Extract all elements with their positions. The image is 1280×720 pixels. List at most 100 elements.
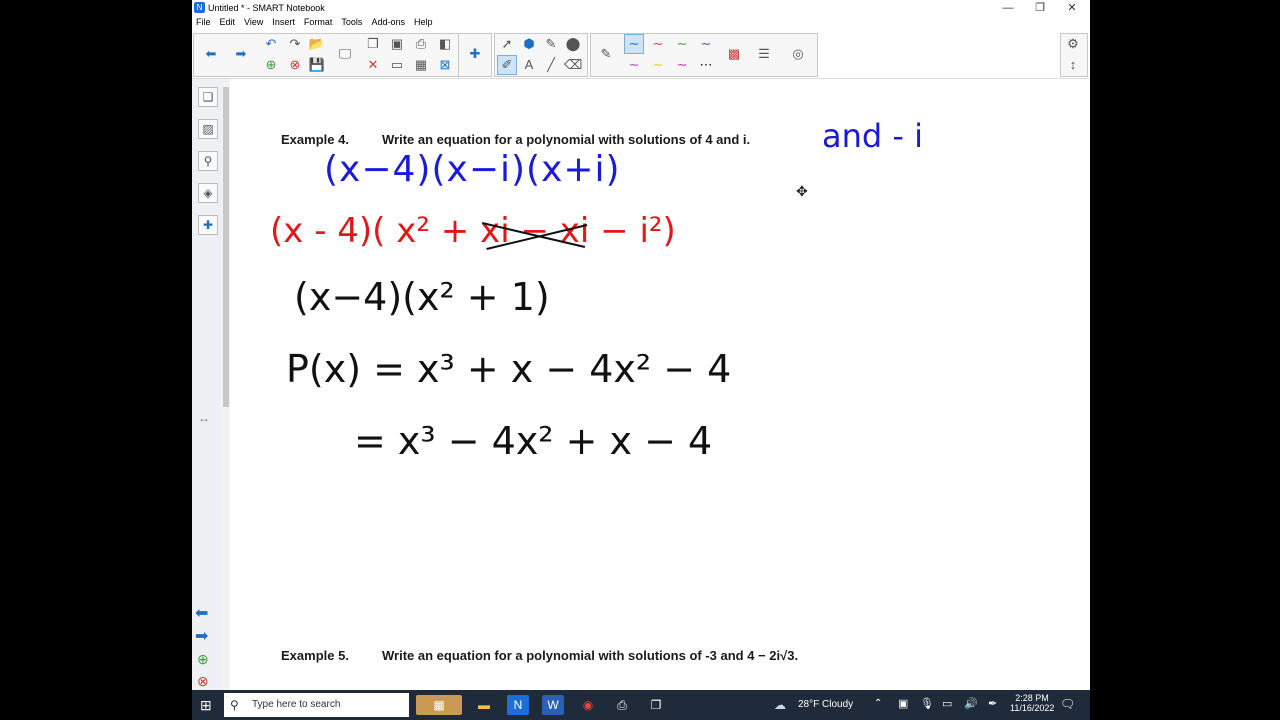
volume-icon[interactable]: 🔊: [964, 697, 978, 710]
fill-tool-icon[interactable]: ⬢: [520, 35, 538, 53]
menu-insert[interactable]: Insert: [268, 16, 300, 27]
taskbar-search-box[interactable]: ⚲ Type here to search: [224, 693, 409, 717]
sidebar-next-page-icon[interactable]: ➡: [195, 626, 208, 646]
next-page-icon[interactable]: ➡: [232, 45, 250, 63]
network-icon[interactable]: ▭: [942, 697, 952, 710]
insert-table-icon[interactable]: ▦: [412, 56, 430, 74]
pen-type-icon[interactable]: ✎: [597, 45, 615, 63]
document-camera-icon[interactable]: ⎙: [412, 35, 430, 53]
sidebar-previous-page-icon[interactable]: ⬅: [195, 603, 208, 623]
menu-view[interactable]: View: [240, 16, 268, 27]
weather-cloud-icon: ☁: [774, 698, 786, 712]
pen-pink-stroke-icon[interactable]: ∼: [673, 56, 691, 74]
search-icon: ⚲: [230, 698, 239, 712]
settings-gear-icon[interactable]: ⚙: [1064, 35, 1082, 53]
toolbar-group-tools: ➚ ⬢ ✎ ⬤ ✐ A ╱ ⌫: [494, 33, 588, 77]
attachments-paperclip-icon[interactable]: ⚲: [198, 151, 218, 171]
strikethrough-marks: [482, 222, 588, 250]
menu-tools[interactable]: Tools: [337, 16, 367, 27]
smart-notebook-taskbar-icon[interactable]: N: [507, 695, 529, 715]
file-explorer-icon[interactable]: ▬: [473, 695, 495, 715]
sidebar-add-page-icon[interactable]: ⊕: [197, 651, 209, 668]
select-pointer-icon[interactable]: ➚: [498, 35, 516, 53]
line-style-icon[interactable]: ☰: [755, 45, 773, 63]
line-tool-icon[interactable]: ╱: [542, 56, 560, 74]
screen-capture-icon[interactable]: ▣: [388, 35, 406, 53]
delete-page-icon[interactable]: ⊗: [286, 56, 304, 74]
save-icon[interactable]: 💾: [308, 56, 326, 74]
add-ons-icon[interactable]: ✚: [198, 215, 218, 235]
example5-prompt: Write an equation for a polynomial with …: [382, 648, 799, 663]
handwriting-factored-blue: (x−4)(x−i)(x+i): [324, 149, 621, 190]
menu-file[interactable]: File: [192, 16, 216, 27]
close-x-icon[interactable]: ⊠: [436, 56, 454, 74]
vertical-scrollbar[interactable]: [222, 79, 230, 690]
menu-add-ons[interactable]: Add-ons: [367, 16, 410, 27]
smart-notebook-window: N Untitled * - SMART Notebook — ❐ ✕ File…: [192, 0, 1090, 690]
pen-effects-icon[interactable]: ◎: [789, 45, 807, 63]
close-button[interactable]: ✕: [1056, 0, 1088, 16]
delete-icon[interactable]: ✕: [364, 56, 382, 74]
app-taskbar-icon-a[interactable]: ⎙: [611, 695, 633, 715]
pens-tool-icon[interactable]: ✐: [497, 55, 517, 75]
paste-icon[interactable]: ❐: [364, 35, 382, 53]
color-palette-icon[interactable]: ▩: [725, 45, 743, 63]
whiteboard-canvas[interactable]: Example 4. Write an equation for a polyn…: [230, 79, 1090, 690]
restore-button[interactable]: ❐: [1024, 0, 1056, 16]
handwriting-line4: P(x) = x³ + x − 4x² − 4: [286, 347, 732, 391]
handwriting-red-part-b: − i²): [589, 211, 676, 251]
example4-label: Example 4.: [281, 132, 349, 147]
pen-black-dashed-icon[interactable]: ⋯: [697, 56, 715, 74]
resize-arrows-icon[interactable]: ↔: [198, 411, 210, 425]
screen-shade-icon[interactable]: ◧: [436, 35, 454, 53]
pen-blue-stroke-icon[interactable]: ∼: [624, 34, 644, 54]
shape-recognition-icon[interactable]: ⬤: [564, 35, 582, 53]
menu-edit[interactable]: Edit: [216, 16, 241, 27]
undo-icon[interactable]: ↶: [262, 35, 280, 53]
pen-green-stroke-icon[interactable]: ∼: [673, 35, 691, 53]
menu-format[interactable]: Format: [300, 16, 338, 27]
menu-help[interactable]: Help: [410, 16, 438, 27]
pen-red-stroke-icon[interactable]: ∼: [649, 35, 667, 53]
menu-bar: File Edit View Insert Format Tools Add-ons Help: [192, 16, 1090, 30]
handwriting-line3: (x−4)(x² + 1): [294, 275, 550, 319]
pen-yellow-stroke-icon[interactable]: ∼: [649, 56, 667, 74]
full-screen-icon[interactable]: ▭: [388, 56, 406, 74]
add-page-icon[interactable]: ⊕: [262, 56, 280, 74]
app-taskbar-icon-b[interactable]: ❐: [645, 695, 667, 715]
handwriting-expanded-red: (x - 4)( x² + xi − xi − i²): [270, 211, 676, 251]
windows-start-icon[interactable]: ⊞: [200, 697, 212, 714]
title-bar: N Untitled * - SMART Notebook — ❐ ✕: [192, 0, 1090, 16]
handwriting-red-cancelled: xi − xi: [480, 211, 589, 251]
properties-icon[interactable]: ◈: [198, 183, 218, 203]
add-ons-puzzle-icon[interactable]: ✚: [466, 45, 484, 63]
news-widget-icon[interactable]: ▦: [416, 695, 462, 715]
tray-app-icon[interactable]: ▣: [898, 697, 908, 710]
redo-icon[interactable]: ↷: [286, 35, 304, 53]
pen-purple-stroke-icon[interactable]: ∼: [697, 35, 715, 53]
sidebar-delete-page-icon[interactable]: ⊗: [197, 673, 209, 690]
move-toolbar-icon[interactable]: ↕: [1064, 56, 1082, 74]
move-cursor-icon: ✥: [796, 183, 808, 199]
minimize-button[interactable]: —: [992, 0, 1024, 16]
display-icon[interactable]: 🖵: [336, 45, 354, 63]
gallery-icon[interactable]: ▨: [198, 119, 218, 139]
word-icon[interactable]: W: [542, 695, 564, 715]
page-sorter-icon[interactable]: ❏: [198, 87, 218, 107]
handwriting-and-i: and - i: [822, 117, 923, 155]
magic-pen-icon[interactable]: ✎: [542, 35, 560, 53]
pen-workspace-icon[interactable]: ✒: [988, 697, 997, 710]
pen-magenta-stroke-icon[interactable]: ∼: [625, 56, 643, 74]
taskbar-clock[interactable]: 2:28 PM 11/16/2022: [1010, 693, 1054, 713]
text-tool-icon[interactable]: A: [520, 56, 538, 74]
previous-page-icon[interactable]: ⬅: [202, 45, 220, 63]
open-file-icon[interactable]: 📂: [308, 35, 326, 53]
weather-text[interactable]: 28°F Cloudy: [798, 699, 853, 710]
notifications-icon[interactable]: 🗨: [1060, 697, 1075, 711]
side-tab-bar: ❏ ▨ ⚲ ◈ ✚ ↔ ⬅ ➡ ⊕ ⊗: [192, 79, 223, 690]
chrome-icon[interactable]: ◉: [577, 695, 599, 715]
tray-chevron-icon[interactable]: ⌃: [874, 698, 882, 709]
scrollbar-thumb[interactable]: [223, 87, 229, 407]
eraser-icon[interactable]: ⌫: [564, 56, 582, 74]
microphone-icon[interactable]: 🎙: [920, 697, 934, 710]
